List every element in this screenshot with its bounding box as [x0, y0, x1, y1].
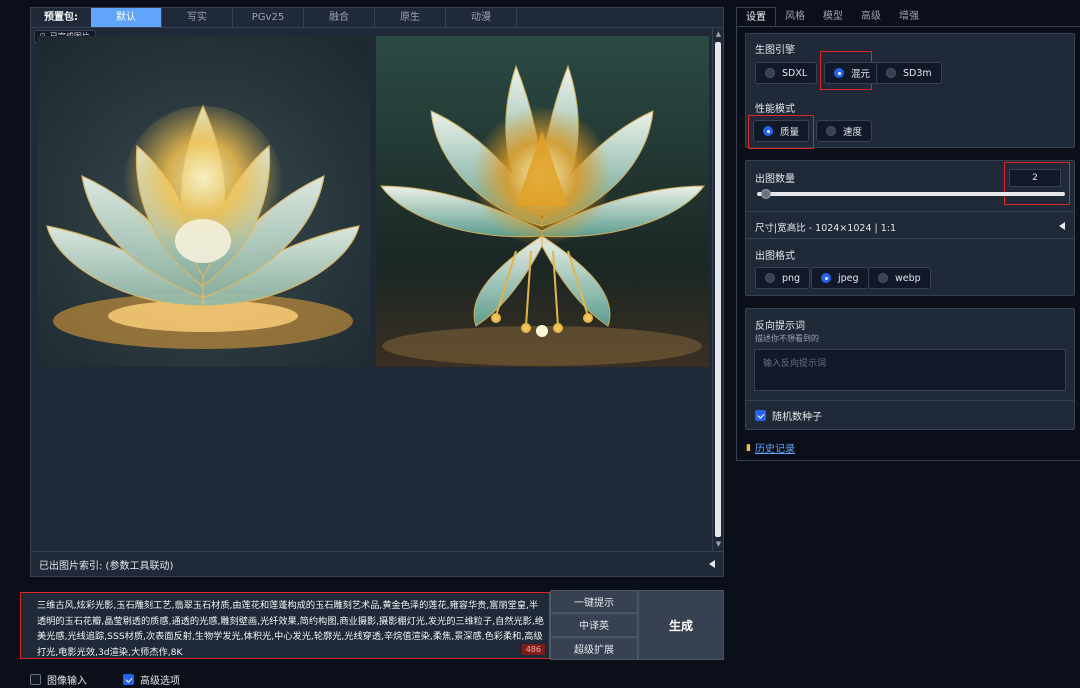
format-title: 出图格式	[755, 251, 795, 262]
perf-option-speed[interactable]: 速度	[816, 120, 873, 142]
tab-advanced[interactable]: 高级	[852, 7, 890, 26]
perf-option-quality[interactable]: 质量	[753, 120, 810, 142]
negative-prompt-input[interactable]: 输入反向提示词	[754, 349, 1066, 391]
count-slider[interactable]	[757, 192, 1065, 196]
engine-option-sdxl[interactable]: SDXL	[755, 62, 818, 84]
settings-tabs: 设置 风格 模型 高级 增强	[736, 7, 1080, 27]
image-index-label: 已出图片索引: (参数工具联动)	[39, 560, 174, 572]
tab-enhance[interactable]: 增强	[890, 7, 928, 26]
size-collapse-icon[interactable]	[1059, 222, 1065, 230]
count-input[interactable]: 2	[1009, 169, 1061, 187]
tab-model[interactable]: 模型	[814, 7, 852, 26]
scroll-down-icon[interactable]: ▼	[714, 540, 723, 549]
count-title: 出图数量	[755, 174, 795, 185]
image-input-checkbox-box[interactable]	[30, 674, 41, 685]
radio-icon	[765, 68, 775, 78]
generate-button[interactable]: 生成	[638, 590, 724, 660]
radio-icon	[878, 273, 888, 283]
neg-subtitle: 描述你不想看到的	[755, 334, 819, 343]
advanced-options-checkbox-box[interactable]	[123, 674, 134, 685]
engine-option-hunyuan[interactable]: 混元	[824, 62, 881, 84]
preset-tab-native[interactable]: 原生	[375, 8, 446, 27]
prompt-tools: 一键提示 中译英 超级扩展	[550, 590, 638, 660]
scroll-thumb[interactable]	[715, 42, 721, 537]
lotus-image-2-art	[376, 36, 709, 367]
image-input-checkbox[interactable]: 图像输入	[30, 672, 87, 687]
advanced-options-checkbox[interactable]: 高级选项	[123, 672, 180, 687]
engine-option-sd3m[interactable]: SD3m	[876, 62, 942, 84]
image-gallery: ⊡ 已完成图片	[30, 27, 724, 552]
size-label[interactable]: 尺寸|宽高比 - 1024×1024 | 1:1	[755, 220, 896, 234]
lotus-image-2[interactable]	[376, 36, 709, 367]
random-seed-checkbox[interactable]: 随机数种子	[755, 408, 822, 423]
super-expand-button[interactable]: 超级扩展	[550, 636, 638, 660]
format-option-png[interactable]: png	[755, 267, 811, 289]
preset-label: 预置包:	[44, 12, 78, 23]
engine-title: 生图引擎	[755, 45, 795, 56]
output-card: 出图数量 2 尺寸|宽高比 - 1024×1024 | 1:1 出图格式 png…	[745, 160, 1075, 296]
books-icon: ▮	[746, 442, 751, 453]
format-option-jpeg[interactable]: jpeg	[811, 267, 869, 289]
lotus-image-1-art	[37, 36, 370, 367]
image-index-bar[interactable]: 已出图片索引: (参数工具联动)	[30, 552, 724, 577]
collapse-left-icon[interactable]	[709, 560, 715, 568]
preset-bar: 预置包: 默认 写实 PGv25 融合 原生 动漫	[30, 7, 724, 27]
translate-button[interactable]: 中译英	[550, 613, 638, 637]
prompt-textarea[interactable]: 三维古风,炫彩光影,玉石雕刻工艺,翡翠玉石材质,由莲花和莲蓬构成的玉石雕刻艺术品…	[20, 592, 550, 659]
history-link[interactable]: ▮ 历史记录	[746, 440, 795, 456]
preset-tab-pgv25[interactable]: PGv25	[233, 8, 304, 27]
neg-title: 反向提示词	[755, 321, 805, 332]
preset-tab-default[interactable]: 默认	[91, 8, 162, 27]
radio-icon	[886, 68, 896, 78]
format-option-webp[interactable]: webp	[868, 267, 931, 289]
scroll-up-icon[interactable]: ▲	[714, 30, 723, 39]
tab-settings[interactable]: 设置	[736, 7, 776, 26]
radio-selected-icon	[763, 126, 773, 136]
radio-selected-icon	[821, 273, 831, 283]
gallery-scrollbar[interactable]: ▲ ▼	[712, 28, 723, 551]
preset-tab-realistic[interactable]: 写实	[162, 8, 233, 27]
prompt-text: 三维古风,炫彩光影,玉石雕刻工艺,翡翠玉石材质,由莲花和莲蓬构成的玉石雕刻艺术品…	[37, 600, 544, 658]
negative-prompt-card: 反向提示词 描述你不想看到的 输入反向提示词 随机数种子	[745, 308, 1075, 430]
random-seed-checkbox-box[interactable]	[755, 410, 766, 421]
count-slider-thumb[interactable]	[761, 189, 771, 199]
lotus-image-1[interactable]	[37, 36, 370, 367]
preset-tab-fusion[interactable]: 融合	[304, 8, 375, 27]
tab-style[interactable]: 风格	[776, 7, 814, 26]
preset-tab-anime[interactable]: 动漫	[446, 8, 517, 27]
radio-icon	[826, 126, 836, 136]
radio-icon	[765, 273, 775, 283]
radio-selected-icon	[834, 68, 844, 78]
one-click-prompt-button[interactable]: 一键提示	[550, 590, 638, 614]
perf-title: 性能模式	[755, 104, 795, 115]
token-counter: 486	[521, 644, 545, 655]
engine-card: 生图引擎 SDXL 混元 SD3m 性能模式 质量 速度	[745, 33, 1075, 149]
